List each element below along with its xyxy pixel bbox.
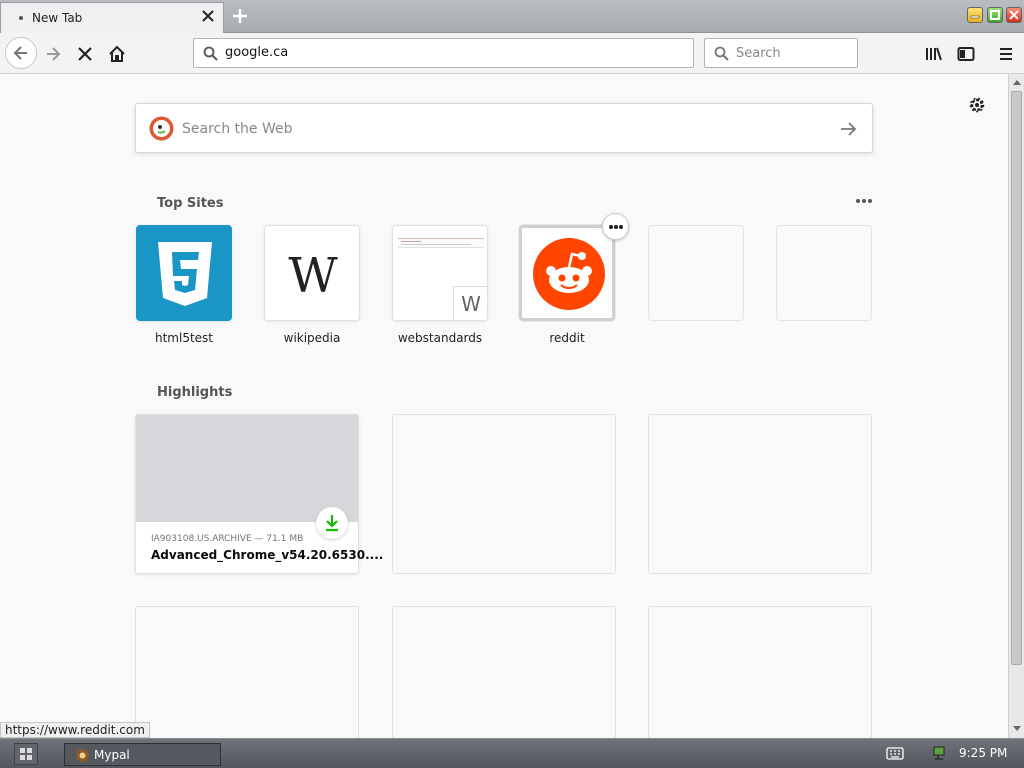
taskbar-app-label: Mypal	[94, 748, 130, 762]
forward-arrow-icon	[47, 47, 61, 61]
status-bar-url: https://www.reddit.com	[0, 722, 150, 738]
loading-dot-icon	[19, 16, 23, 20]
keyboard-icon[interactable]	[886, 747, 904, 760]
navigation-toolbar: google.ca Search	[0, 33, 1024, 74]
site-label: reddit	[549, 331, 585, 345]
scroll-up-arrow-icon[interactable]	[1012, 78, 1022, 86]
site-label: html5test	[154, 331, 213, 345]
tab-bar: New Tab	[0, 0, 1024, 33]
empty-highlight-slot	[648, 414, 872, 574]
vertical-scrollbar[interactable]	[1008, 74, 1024, 738]
search-placeholder: Search	[736, 46, 781, 61]
taskbar: Mypal 9:25 PM	[0, 738, 1024, 768]
reddit-logo-icon	[533, 238, 605, 310]
new-tab-plus-icon[interactable]	[229, 5, 251, 27]
taskbar-clock: 9:25 PM	[959, 746, 1008, 760]
empty-top-site-slot	[776, 225, 872, 321]
page-thumbnail-preview	[398, 238, 484, 248]
download-badge	[316, 507, 348, 539]
top-site-reddit[interactable]: reddit	[519, 225, 615, 345]
sidebar-icon	[957, 47, 975, 61]
library-icon	[926, 47, 942, 61]
highlight-title: Advanced_Chrome_v54.20.6530....	[151, 548, 384, 562]
maximize-window-button[interactable]	[987, 7, 1003, 23]
tab-title: New Tab	[32, 11, 83, 25]
empty-highlight-slot	[392, 606, 616, 738]
context-menu-button[interactable]	[602, 213, 629, 240]
mypal-app-icon	[76, 749, 89, 762]
site-label: wikipedia	[283, 331, 341, 345]
site-label: webstandards	[397, 331, 483, 345]
html5-tile	[136, 225, 232, 321]
wikipedia-tile: W	[264, 225, 360, 321]
scrollbar-thumb[interactable]	[1011, 91, 1022, 665]
highlight-card[interactable]: IA903108.US.ARCHIVE — 71.1 MB Advanced_C…	[135, 414, 383, 574]
home-button[interactable]	[102, 39, 132, 69]
search-bar[interactable]: Search	[704, 38, 858, 68]
html5-shield-icon	[158, 242, 212, 306]
scroll-down-arrow-icon[interactable]	[1012, 725, 1022, 733]
forward-button[interactable]	[38, 39, 68, 69]
close-tab-icon[interactable]	[200, 8, 216, 24]
web-search-placeholder: Search the Web	[182, 121, 293, 137]
empty-highlight-slot	[135, 606, 359, 738]
highlights-heading: Highlights	[157, 385, 233, 400]
start-menu-button[interactable]	[14, 743, 38, 765]
reddit-tile	[519, 225, 615, 321]
stop-x-icon	[78, 47, 92, 61]
new-tab-page: Search the Web Top Sites html5test W wik…	[0, 74, 1008, 738]
site-favicon-w: W	[453, 286, 487, 320]
url-bar[interactable]: google.ca	[193, 38, 694, 68]
more-dots-icon	[609, 225, 623, 229]
gear-icon[interactable]	[967, 95, 987, 115]
top-site-wikipedia[interactable]: W wikipedia	[264, 225, 360, 345]
highlight-source: IA903108.US.ARCHIVE — 71.1 MB	[151, 534, 304, 544]
menu-button[interactable]	[991, 39, 1021, 69]
back-arrow-icon	[13, 46, 27, 60]
stop-button[interactable]	[70, 39, 100, 69]
url-text: google.ca	[225, 45, 289, 60]
empty-top-site-slot	[648, 225, 744, 321]
top-site-webstandards[interactable]: W webstandards	[392, 225, 488, 345]
more-options-dots-icon[interactable]	[855, 198, 873, 204]
highlight-thumbnail	[136, 415, 358, 522]
hamburger-menu-icon	[1000, 48, 1012, 60]
library-button[interactable]	[919, 39, 949, 69]
sidebar-button[interactable]	[951, 39, 981, 69]
webstandards-tile: W	[392, 225, 488, 321]
minimize-window-button[interactable]	[967, 7, 983, 23]
grid-icon	[20, 748, 32, 760]
close-window-button[interactable]	[1006, 7, 1022, 23]
download-arrow-icon	[326, 515, 338, 532]
top-sites-heading: Top Sites	[157, 196, 224, 211]
web-search-box[interactable]: Search the Web	[135, 103, 873, 153]
duckduckgo-logo-icon	[149, 116, 174, 141]
search-icon	[203, 46, 218, 61]
taskbar-app-mypal[interactable]: Mypal	[64, 743, 221, 766]
arrow-right-icon[interactable]	[839, 120, 857, 138]
search-icon	[714, 46, 729, 61]
network-tray-icon[interactable]	[932, 745, 948, 761]
empty-highlight-slot	[392, 414, 616, 574]
home-icon	[109, 45, 125, 62]
wikipedia-w-logo-icon: W	[288, 248, 338, 304]
empty-highlight-slot	[648, 606, 872, 738]
top-site-html5test[interactable]: html5test	[136, 225, 232, 345]
tab-new-tab[interactable]: New Tab	[0, 2, 224, 33]
back-button[interactable]	[5, 37, 37, 69]
